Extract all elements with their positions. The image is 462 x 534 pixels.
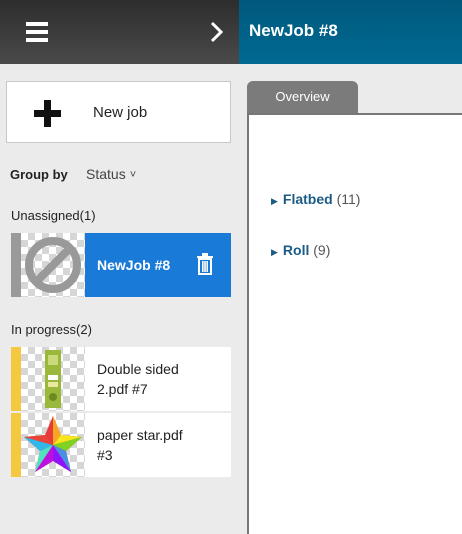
category-roll[interactable]: ▶ Roll (9) — [271, 242, 330, 258]
expand-triangle-icon: ▶ — [271, 247, 278, 257]
chevron-right-icon[interactable] — [205, 20, 229, 44]
trash-icon[interactable] — [196, 253, 214, 275]
star-thumbnail-icon — [24, 416, 82, 472]
page-title: NewJob #8 — [249, 21, 338, 40]
expand-triangle-icon: ▶ — [271, 196, 278, 206]
group-by-value: Status — [86, 166, 126, 182]
job-name: Double sided 2.pdf #7 — [97, 361, 179, 397]
plus-icon — [34, 100, 61, 127]
job-thumbnail — [21, 233, 85, 297]
label-thumbnail-icon — [45, 350, 61, 408]
new-job-label: New job — [93, 104, 148, 121]
category-name: Roll — [282, 242, 310, 258]
new-job-button[interactable]: New job — [6, 81, 231, 143]
job-name: NewJob #8 — [97, 257, 171, 273]
job-item-paper-star[interactable]: paper star.pdf #3 — [11, 413, 231, 477]
job-thumbnail — [21, 413, 85, 477]
main-header: NewJob #8 — [239, 0, 462, 64]
group-by-dropdown[interactable]: Status ˅ — [86, 166, 136, 182]
job-list-panel: New job Group by Status ˅ Unassigned(1) N… — [0, 64, 239, 534]
chevron-down-icon: ˅ — [129, 169, 137, 181]
no-image-icon — [25, 237, 81, 293]
status-stripe — [11, 413, 21, 477]
category-name: Flatbed — [282, 191, 333, 207]
section-unassigned: Unassigned(1) — [11, 208, 96, 223]
job-item-double-sided[interactable]: Double sided 2.pdf #7 — [11, 347, 231, 411]
status-stripe — [11, 233, 21, 297]
job-thumbnail — [21, 347, 85, 411]
overview-panel: Overview ▶ Flatbed (11) ▶ Roll (9) — [239, 64, 462, 534]
group-by-label: Group by — [10, 167, 68, 182]
category-count: (9) — [313, 242, 331, 258]
overview-content: ▶ Flatbed (11) ▶ Roll (9) — [247, 113, 462, 534]
category-count: (11) — [336, 191, 361, 207]
tab-overview[interactable]: Overview — [247, 81, 358, 113]
section-in-progress: In progress(2) — [11, 322, 92, 337]
hamburger-icon[interactable] — [26, 22, 48, 42]
job-item-newjob-8[interactable]: NewJob #8 — [11, 233, 231, 297]
category-flatbed[interactable]: ▶ Flatbed (11) — [271, 191, 360, 207]
status-stripe — [11, 347, 21, 411]
job-name: paper star.pdf #3 — [97, 427, 183, 463]
sidebar-header — [0, 0, 239, 64]
